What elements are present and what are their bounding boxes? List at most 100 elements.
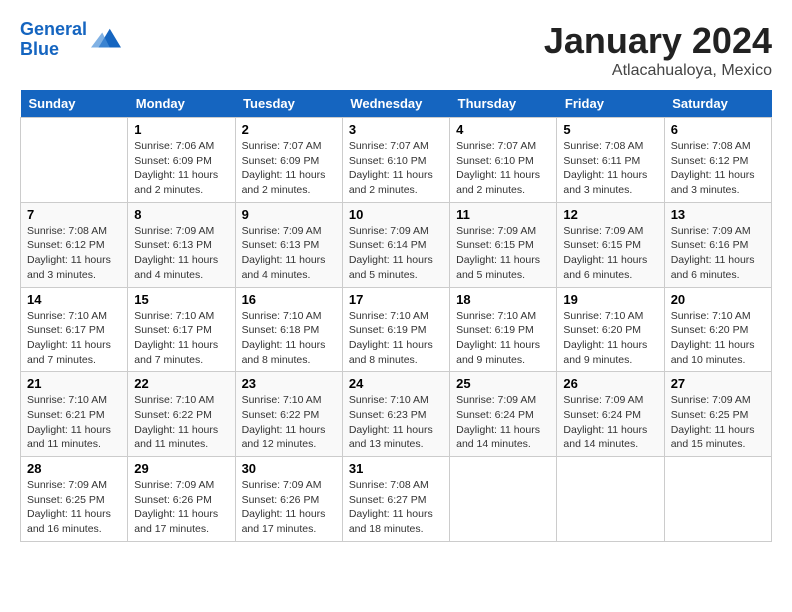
day-number: 3 xyxy=(349,122,443,137)
day-info: Sunrise: 7:10 AM Sunset: 6:20 PM Dayligh… xyxy=(563,309,657,368)
calendar-cell: 2 Sunrise: 7:07 AM Sunset: 6:09 PM Daylig… xyxy=(235,118,342,203)
weekday-sunday: Sunday xyxy=(21,90,128,118)
calendar-cell: 14 Sunrise: 7:10 AM Sunset: 6:17 PM Dayli… xyxy=(21,287,128,372)
day-number: 16 xyxy=(242,292,336,307)
day-info: Sunrise: 7:10 AM Sunset: 6:19 PM Dayligh… xyxy=(456,309,550,368)
day-info: Sunrise: 7:10 AM Sunset: 6:22 PM Dayligh… xyxy=(242,393,336,452)
day-info: Sunrise: 7:10 AM Sunset: 6:19 PM Dayligh… xyxy=(349,309,443,368)
day-number: 4 xyxy=(456,122,550,137)
day-info: Sunrise: 7:09 AM Sunset: 6:13 PM Dayligh… xyxy=(242,224,336,283)
day-number: 31 xyxy=(349,461,443,476)
calendar-week-4: 21 Sunrise: 7:10 AM Sunset: 6:21 PM Dayli… xyxy=(21,372,772,457)
calendar-cell: 3 Sunrise: 7:07 AM Sunset: 6:10 PM Daylig… xyxy=(342,118,449,203)
day-number: 9 xyxy=(242,207,336,222)
calendar-week-1: 1Sunrise: 7:06 AM Sunset: 6:09 PM Daylig… xyxy=(21,118,772,203)
calendar-cell: 24Sunrise: 7:10 AM Sunset: 6:23 PM Dayli… xyxy=(342,372,449,457)
day-number: 8 xyxy=(134,207,228,222)
calendar-cell xyxy=(557,457,664,542)
weekday-monday: Monday xyxy=(128,90,235,118)
day-info: Sunrise: 7:09 AM Sunset: 6:16 PM Dayligh… xyxy=(671,224,765,283)
day-number: 13 xyxy=(671,207,765,222)
weekday-tuesday: Tuesday xyxy=(235,90,342,118)
day-info: Sunrise: 7:08 AM Sunset: 6:12 PM Dayligh… xyxy=(27,224,121,283)
calendar-cell xyxy=(664,457,771,542)
day-info: Sunrise: 7:08 AM Sunset: 6:12 PM Dayligh… xyxy=(671,139,765,198)
calendar-cell: 18 Sunrise: 7:10 AM Sunset: 6:19 PM Dayli… xyxy=(450,287,557,372)
day-number: 23 xyxy=(242,376,336,391)
day-number: 29 xyxy=(134,461,228,476)
day-number: 21 xyxy=(27,376,121,391)
location-title: Atlacahualoya, Mexico xyxy=(544,62,772,80)
day-number: 19 xyxy=(563,292,657,307)
day-number: 22 xyxy=(134,376,228,391)
calendar-cell: 9 Sunrise: 7:09 AM Sunset: 6:13 PM Daylig… xyxy=(235,202,342,287)
calendar-cell: 6 Sunrise: 7:08 AM Sunset: 6:12 PM Daylig… xyxy=(664,118,771,203)
day-info: Sunrise: 7:09 AM Sunset: 6:14 PM Dayligh… xyxy=(349,224,443,283)
day-number: 15 xyxy=(134,292,228,307)
day-number: 26 xyxy=(563,376,657,391)
day-info: Sunrise: 7:09 AM Sunset: 6:24 PM Dayligh… xyxy=(456,393,550,452)
page-header: General Blue January 2024 Atlacahualoya,… xyxy=(20,20,772,80)
calendar-cell: 21 Sunrise: 7:10 AM Sunset: 6:21 PM Dayli… xyxy=(21,372,128,457)
calendar-cell: 20 Sunrise: 7:10 AM Sunset: 6:20 PM Dayli… xyxy=(664,287,771,372)
weekday-saturday: Saturday xyxy=(664,90,771,118)
calendar-week-2: 7Sunrise: 7:08 AM Sunset: 6:12 PM Daylig… xyxy=(21,202,772,287)
calendar-cell: 5Sunrise: 7:08 AM Sunset: 6:11 PM Daylig… xyxy=(557,118,664,203)
day-info: Sunrise: 7:10 AM Sunset: 6:18 PM Dayligh… xyxy=(242,309,336,368)
title-block: January 2024 Atlacahualoya, Mexico xyxy=(544,20,772,80)
logo: General Blue xyxy=(20,20,121,60)
day-info: Sunrise: 7:08 AM Sunset: 6:27 PM Dayligh… xyxy=(349,478,443,537)
calendar-cell: 4 Sunrise: 7:07 AM Sunset: 6:10 PM Daylig… xyxy=(450,118,557,203)
calendar-cell: 23 Sunrise: 7:10 AM Sunset: 6:22 PM Dayli… xyxy=(235,372,342,457)
day-number: 20 xyxy=(671,292,765,307)
calendar-cell: 11 Sunrise: 7:09 AM Sunset: 6:15 PM Dayli… xyxy=(450,202,557,287)
weekday-friday: Friday xyxy=(557,90,664,118)
day-number: 10 xyxy=(349,207,443,222)
day-info: Sunrise: 7:06 AM Sunset: 6:09 PM Dayligh… xyxy=(134,139,228,198)
calendar-cell: 25Sunrise: 7:09 AM Sunset: 6:24 PM Dayli… xyxy=(450,372,557,457)
day-number: 14 xyxy=(27,292,121,307)
day-info: Sunrise: 7:09 AM Sunset: 6:25 PM Dayligh… xyxy=(671,393,765,452)
day-info: Sunrise: 7:10 AM Sunset: 6:17 PM Dayligh… xyxy=(134,309,228,368)
day-number: 30 xyxy=(242,461,336,476)
day-info: Sunrise: 7:09 AM Sunset: 6:26 PM Dayligh… xyxy=(134,478,228,537)
calendar-cell: 15 Sunrise: 7:10 AM Sunset: 6:17 PM Dayli… xyxy=(128,287,235,372)
calendar-cell: 10 Sunrise: 7:09 AM Sunset: 6:14 PM Dayli… xyxy=(342,202,449,287)
calendar-cell: 19 Sunrise: 7:10 AM Sunset: 6:20 PM Dayli… xyxy=(557,287,664,372)
calendar-cell: 12Sunrise: 7:09 AM Sunset: 6:15 PM Dayli… xyxy=(557,202,664,287)
calendar-cell: 27 Sunrise: 7:09 AM Sunset: 6:25 PM Dayli… xyxy=(664,372,771,457)
weekday-wednesday: Wednesday xyxy=(342,90,449,118)
day-number: 27 xyxy=(671,376,765,391)
calendar-cell: 13 Sunrise: 7:09 AM Sunset: 6:16 PM Dayli… xyxy=(664,202,771,287)
calendar-cell: 16 Sunrise: 7:10 AM Sunset: 6:18 PM Dayli… xyxy=(235,287,342,372)
day-number: 24 xyxy=(349,376,443,391)
day-number: 2 xyxy=(242,122,336,137)
calendar-cell: 17 Sunrise: 7:10 AM Sunset: 6:19 PM Dayli… xyxy=(342,287,449,372)
calendar-cell: 1Sunrise: 7:06 AM Sunset: 6:09 PM Daylig… xyxy=(128,118,235,203)
day-info: Sunrise: 7:09 AM Sunset: 6:25 PM Dayligh… xyxy=(27,478,121,537)
calendar-cell: 30 Sunrise: 7:09 AM Sunset: 6:26 PM Dayli… xyxy=(235,457,342,542)
calendar-cell: 22 Sunrise: 7:10 AM Sunset: 6:22 PM Dayli… xyxy=(128,372,235,457)
calendar-cell: 29 Sunrise: 7:09 AM Sunset: 6:26 PM Dayli… xyxy=(128,457,235,542)
calendar-week-3: 14 Sunrise: 7:10 AM Sunset: 6:17 PM Dayli… xyxy=(21,287,772,372)
day-number: 11 xyxy=(456,207,550,222)
day-info: Sunrise: 7:09 AM Sunset: 6:24 PM Dayligh… xyxy=(563,393,657,452)
day-info: Sunrise: 7:07 AM Sunset: 6:10 PM Dayligh… xyxy=(349,139,443,198)
day-info: Sunrise: 7:07 AM Sunset: 6:09 PM Dayligh… xyxy=(242,139,336,198)
day-info: Sunrise: 7:07 AM Sunset: 6:10 PM Dayligh… xyxy=(456,139,550,198)
calendar-cell: 7Sunrise: 7:08 AM Sunset: 6:12 PM Daylig… xyxy=(21,202,128,287)
day-info: Sunrise: 7:10 AM Sunset: 6:17 PM Dayligh… xyxy=(27,309,121,368)
day-number: 6 xyxy=(671,122,765,137)
day-info: Sunrise: 7:09 AM Sunset: 6:15 PM Dayligh… xyxy=(456,224,550,283)
day-number: 18 xyxy=(456,292,550,307)
day-info: Sunrise: 7:09 AM Sunset: 6:13 PM Dayligh… xyxy=(134,224,228,283)
day-info: Sunrise: 7:08 AM Sunset: 6:11 PM Dayligh… xyxy=(563,139,657,198)
day-info: Sunrise: 7:10 AM Sunset: 6:22 PM Dayligh… xyxy=(134,393,228,452)
day-number: 17 xyxy=(349,292,443,307)
weekday-header-row: SundayMondayTuesdayWednesdayThursdayFrid… xyxy=(21,90,772,118)
calendar-body: 1Sunrise: 7:06 AM Sunset: 6:09 PM Daylig… xyxy=(21,118,772,542)
day-info: Sunrise: 7:09 AM Sunset: 6:26 PM Dayligh… xyxy=(242,478,336,537)
day-info: Sunrise: 7:10 AM Sunset: 6:21 PM Dayligh… xyxy=(27,393,121,452)
month-title: January 2024 xyxy=(544,20,772,62)
day-info: Sunrise: 7:10 AM Sunset: 6:20 PM Dayligh… xyxy=(671,309,765,368)
